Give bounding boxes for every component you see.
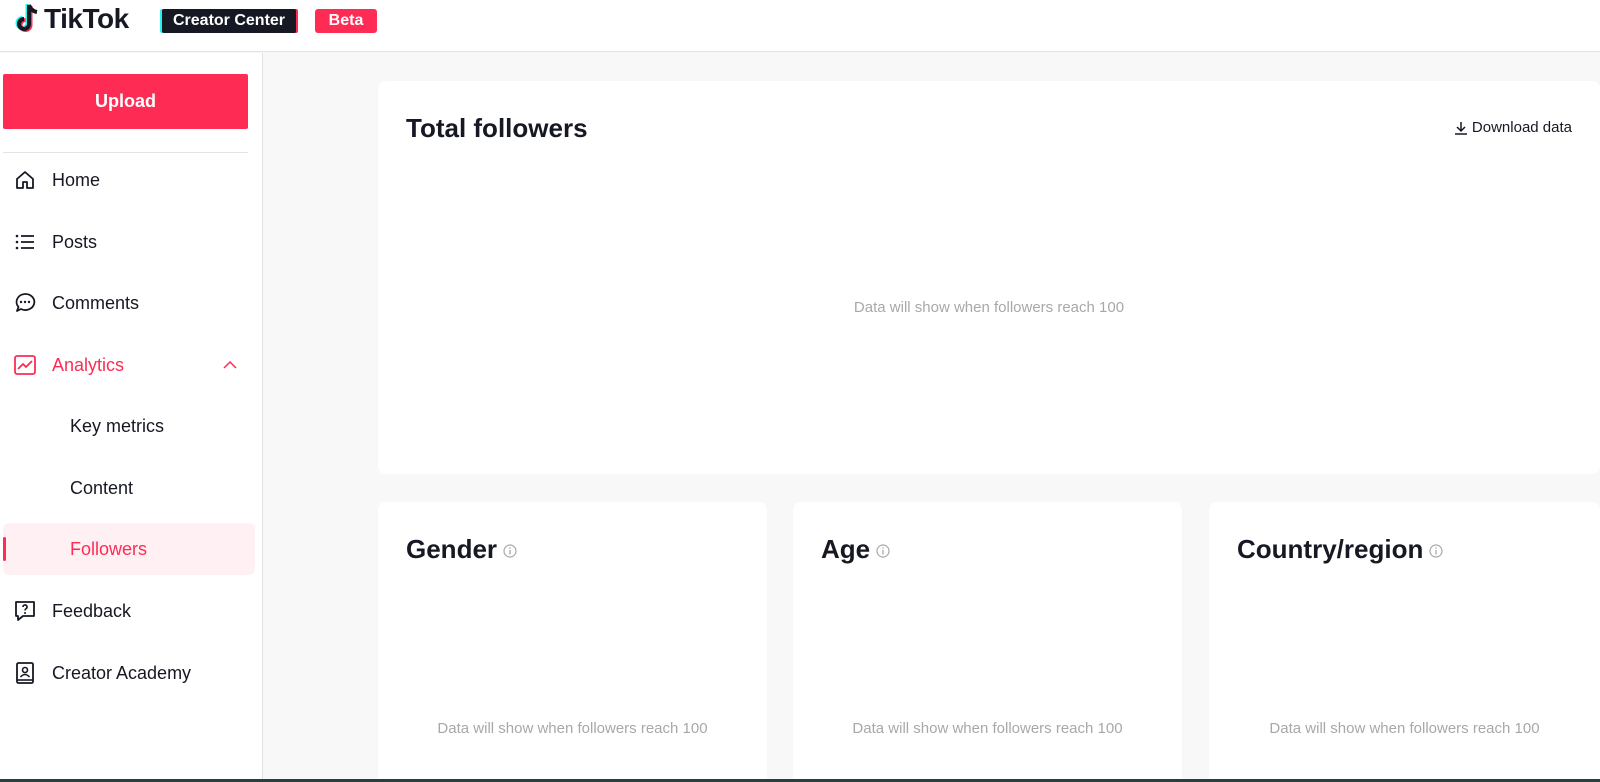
sidebar-item-label: Creator Academy bbox=[52, 662, 192, 683]
info-icon[interactable] bbox=[1429, 543, 1443, 558]
academy-icon bbox=[16, 662, 34, 684]
sidebar-item-home[interactable]: Home bbox=[3, 154, 255, 206]
upload-button[interactable]: Upload bbox=[3, 74, 248, 129]
empty-state-message: Data will show when followers reach 100 bbox=[437, 720, 708, 737]
brand-name[interactable]: TikTok bbox=[44, 2, 129, 36]
beta-badge: Beta bbox=[315, 9, 377, 33]
sidebar-item-label: Followers bbox=[70, 538, 148, 559]
empty-state-message: Data will show when followers reach 100 bbox=[853, 299, 1125, 316]
sidebar-item-analytics[interactable]: Analytics bbox=[3, 339, 255, 391]
sidebar-item-label: Analytics bbox=[52, 354, 125, 375]
empty-state-message: Data will show when followers reach 100 bbox=[852, 720, 1123, 737]
sidebar-item-key-metrics[interactable]: Key metrics bbox=[3, 400, 255, 452]
gender-card: Gender Data will show when followers rea… bbox=[378, 502, 767, 782]
sidebar-item-comments[interactable]: Comments bbox=[3, 277, 255, 329]
country-region-title: Country/region bbox=[1237, 534, 1424, 564]
creator-center-badge: Creator Center bbox=[162, 9, 297, 33]
age-title: Age bbox=[821, 534, 871, 564]
comment-icon bbox=[15, 293, 36, 312]
info-icon[interactable] bbox=[503, 543, 517, 558]
tiktok-logo-icon[interactable] bbox=[12, 2, 42, 34]
list-icon bbox=[15, 234, 34, 250]
sidebar: Upload Home Posts Comments Analytics Key… bbox=[0, 53, 263, 782]
total-followers-card: Total followers Download data Data will … bbox=[378, 81, 1600, 474]
gender-title: Gender bbox=[406, 534, 498, 564]
empty-state-message: Data will show when followers reach 100 bbox=[1269, 720, 1540, 737]
chevron-up-icon[interactable] bbox=[222, 357, 238, 373]
sidebar-item-content[interactable]: Content bbox=[3, 462, 255, 514]
sidebar-item-feedback[interactable]: Feedback bbox=[3, 585, 255, 637]
analytics-icon bbox=[14, 355, 36, 375]
feedback-icon bbox=[15, 601, 35, 621]
sidebar-item-creator-academy[interactable]: Creator Academy bbox=[3, 647, 255, 699]
card-title: Country/region bbox=[1237, 534, 1443, 565]
card-title: Total followers bbox=[406, 113, 588, 144]
country-region-card: Country/region Data will show when follo… bbox=[1209, 502, 1600, 782]
download-icon bbox=[1454, 121, 1467, 135]
download-data-button[interactable]: Download data bbox=[1454, 119, 1572, 136]
sidebar-item-label: Key metrics bbox=[70, 415, 165, 436]
top-header: TikTok Creator Center Beta bbox=[0, 0, 1600, 52]
sidebar-item-label: Content bbox=[70, 477, 134, 498]
sidebar-item-label: Comments bbox=[52, 292, 140, 313]
age-card: Age Data will show when followers reach … bbox=[793, 502, 1182, 782]
download-data-label: Download data bbox=[1471, 119, 1572, 136]
home-icon bbox=[16, 171, 34, 189]
card-title: Age bbox=[821, 534, 890, 565]
sidebar-item-label: Posts bbox=[52, 231, 98, 252]
info-icon[interactable] bbox=[876, 543, 890, 558]
total-followers-title: Total followers bbox=[406, 113, 588, 143]
card-title: Gender bbox=[406, 534, 517, 565]
sidebar-item-label: Home bbox=[52, 169, 101, 190]
sidebar-item-followers[interactable]: Followers bbox=[3, 523, 255, 575]
sidebar-item-posts[interactable]: Posts bbox=[3, 216, 255, 268]
sidebar-item-label: Feedback bbox=[52, 600, 132, 621]
sidebar-divider bbox=[3, 152, 248, 153]
